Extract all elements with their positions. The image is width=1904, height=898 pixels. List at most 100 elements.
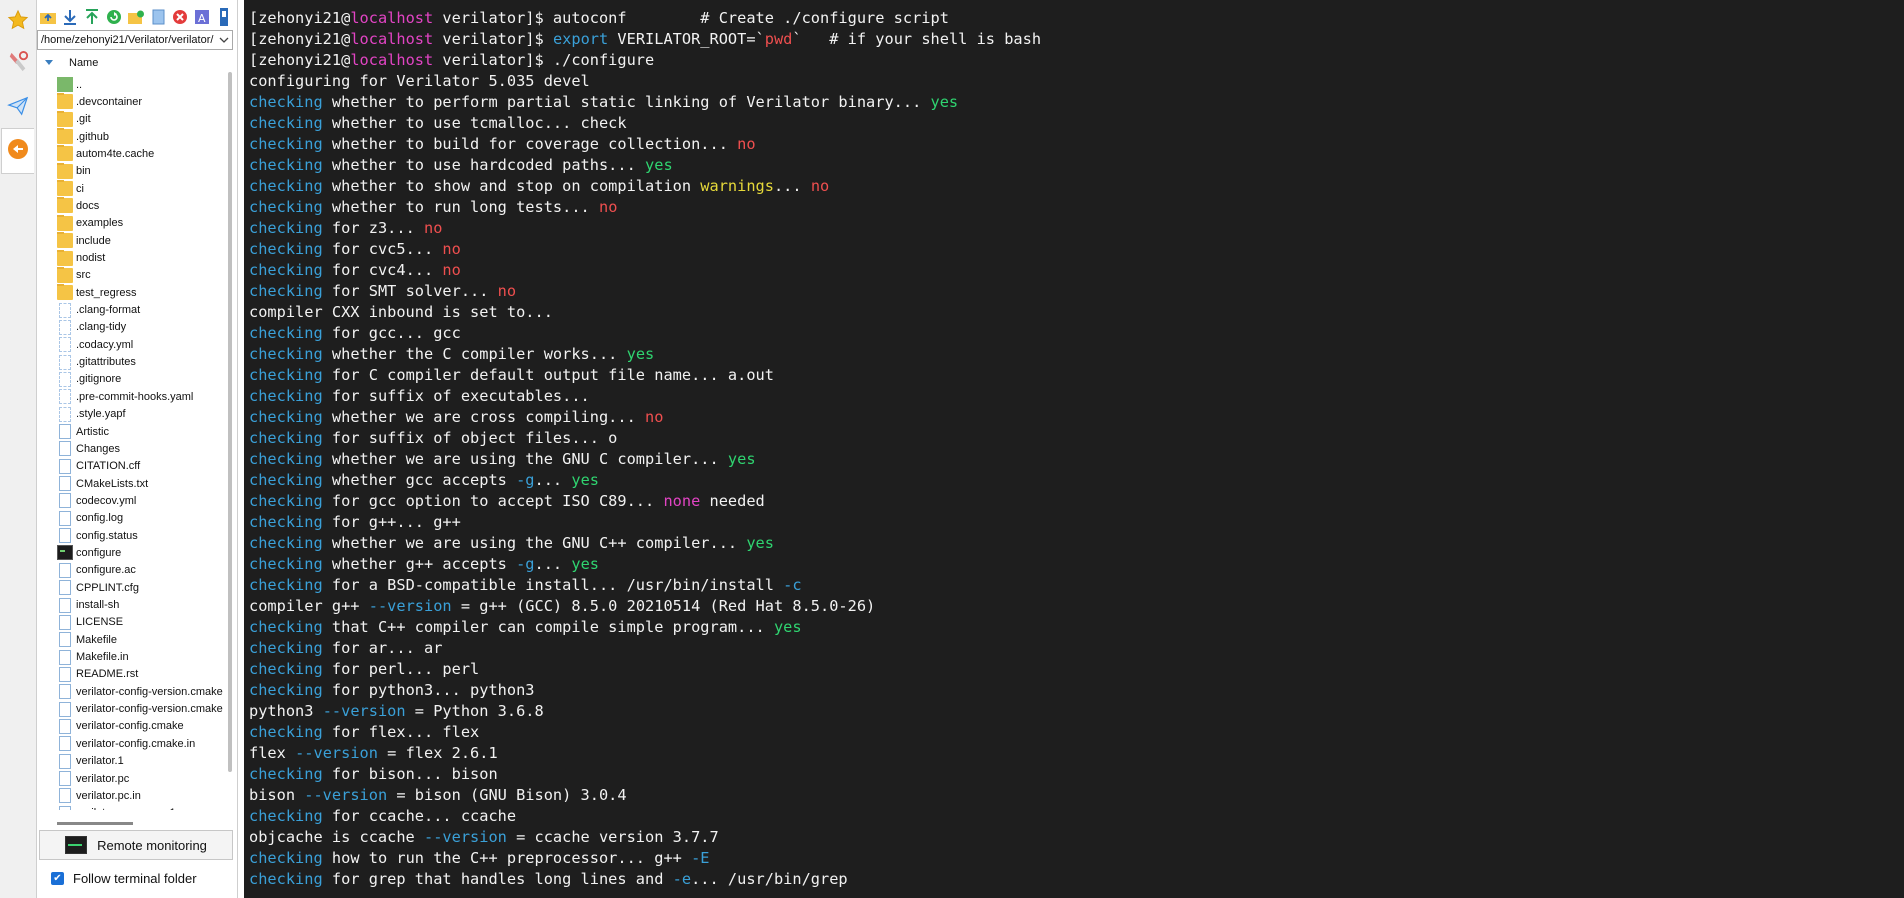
follow-terminal-folder[interactable]: ✔ Follow terminal folder: [51, 868, 197, 888]
terminal-segment: for python3... python3: [322, 681, 535, 699]
parent-folder-icon: [57, 77, 73, 92]
file-list-item[interactable]: CITATION.cff: [57, 458, 223, 475]
new-folder-icon[interactable]: [127, 8, 145, 26]
file-list-item[interactable]: docs: [57, 197, 223, 214]
file-list-item[interactable]: LICENSE: [57, 614, 223, 631]
file-icon: [59, 476, 71, 492]
file-icon: [59, 788, 71, 804]
file-list-item[interactable]: .pre-commit-hooks.yaml: [57, 388, 223, 405]
svg-text:A: A: [198, 12, 206, 25]
file-list-item[interactable]: bin: [57, 162, 223, 180]
favorites-tab[interactable]: [2, 2, 34, 42]
file-list-item[interactable]: src: [57, 266, 223, 284]
terminal-segment: bison: [249, 786, 305, 804]
folder-icon: [57, 249, 73, 266]
file-list-item[interactable]: nodist: [57, 249, 223, 267]
follow-terminal-checkbox[interactable]: ✔: [51, 871, 64, 885]
view-icon[interactable]: [215, 8, 233, 26]
tools-tab[interactable]: [2, 44, 34, 84]
file-list-item[interactable]: .clang-format: [57, 302, 223, 319]
terminal-segment: whether we are cross compiling...: [322, 408, 646, 426]
file-list-item[interactable]: .gitignore: [57, 371, 223, 388]
remote-monitoring-button[interactable]: Remote monitoring: [39, 830, 233, 860]
terminal-line: checking for python3... python3: [249, 680, 1041, 701]
file-list-item[interactable]: README.rst: [57, 666, 223, 683]
file-list-item[interactable]: .github: [57, 128, 223, 145]
path-input[interactable]: /home/zehonyi21/Verilator/verilator/: [37, 30, 233, 50]
folder-up-icon[interactable]: [39, 8, 57, 26]
scrollbar-thumb[interactable]: [228, 72, 232, 772]
file-list-item[interactable]: configure.ac: [57, 562, 223, 579]
terminal-segment: verilator]$ ./configure: [433, 51, 655, 69]
file-list-item[interactable]: .codacy.yml: [57, 336, 223, 353]
file-list-item[interactable]: .clang-tidy: [57, 319, 223, 336]
terminal-segment: for SMT solver...: [322, 282, 498, 300]
file-list-item[interactable]: config.status: [57, 527, 223, 544]
file-name: config.status: [76, 529, 138, 542]
file-icon: [59, 649, 71, 665]
file-name: codecov.yml: [76, 494, 137, 507]
file-list-item[interactable]: CMakeLists.txt: [57, 475, 223, 492]
chevron-down-icon[interactable]: [218, 34, 230, 46]
file-list-item[interactable]: verilator-config.cmake: [57, 718, 223, 735]
file-list-item[interactable]: install-sh: [57, 597, 223, 614]
file-list-item[interactable]: .devcontainer: [57, 93, 223, 110]
terminal-segment: ...: [534, 555, 572, 573]
horizontal-scrollbar[interactable]: [57, 822, 133, 825]
terminal-segment: checking: [249, 177, 323, 195]
file-list-item[interactable]: verilator_coverage.1: [57, 805, 223, 810]
file-list-item[interactable]: ci: [57, 180, 223, 197]
terminal-line: [zehonyi21@localhost verilator]$ export …: [249, 29, 1041, 50]
file-list-item[interactable]: Artistic: [57, 423, 223, 440]
sftp-tab[interactable]: [1, 128, 34, 174]
file-list-item[interactable]: Makefile: [57, 631, 223, 648]
file-icon: [59, 441, 71, 457]
new-file-icon[interactable]: [149, 8, 167, 26]
download-icon[interactable]: [61, 8, 79, 26]
terminal-line: checking whether the C compiler works...…: [249, 344, 1041, 365]
file-list-item[interactable]: include: [57, 232, 223, 249]
file-list-item[interactable]: config.log: [57, 510, 223, 527]
upload-icon[interactable]: [83, 8, 101, 26]
terminal-segment: localhost: [350, 51, 434, 69]
refresh-icon[interactable]: [105, 8, 123, 26]
terminal-line: checking that C++ compiler can compile s…: [249, 617, 1041, 638]
folder-icon: [57, 93, 73, 110]
file-icon: [59, 424, 71, 439]
delete-icon[interactable]: [171, 8, 189, 26]
terminal-segment: for C compiler default output file name.…: [322, 366, 774, 384]
file-list-item[interactable]: examples: [57, 214, 223, 232]
terminal-segment: checking: [249, 429, 323, 447]
file-list-item[interactable]: Makefile.in: [57, 649, 223, 666]
file-list-item[interactable]: .git: [57, 110, 223, 128]
file-list-item[interactable]: codecov.yml: [57, 492, 223, 509]
file-list-item[interactable]: verilator-config.cmake.in: [57, 735, 223, 752]
file-icon: [59, 597, 71, 613]
file-list-item[interactable]: test_regress: [57, 284, 223, 301]
terminal-segment: no: [810, 177, 830, 195]
file-list-item[interactable]: verilator-config-version.cmake.in: [57, 701, 223, 718]
file-list-scrollbar[interactable]: [226, 72, 234, 772]
terminal-segment: -E: [691, 849, 710, 867]
file-list-item[interactable]: autom4te.cache: [57, 145, 223, 162]
terminal-view[interactable]: [zehonyi21@localhost verilator]$ autocon…: [244, 0, 1904, 898]
file-list-item[interactable]: ..: [57, 76, 223, 93]
file-list-item[interactable]: verilator.pc: [57, 770, 223, 787]
send-tab[interactable]: [2, 88, 34, 128]
terminal-segment: that C++ compiler can compile simple pro…: [322, 618, 774, 636]
file-list-item[interactable]: verilator.pc.in: [57, 787, 223, 804]
file-list-item[interactable]: verilator.1: [57, 753, 223, 770]
file-list-item[interactable]: Changes: [57, 440, 223, 457]
name-column-header[interactable]: Name: [37, 54, 217, 72]
file-list-item[interactable]: CPPLINT.cfg: [57, 579, 223, 596]
terminal-segment: checking: [249, 324, 323, 342]
terminal-segment: checking: [249, 471, 323, 489]
file-list-item[interactable]: .gitattributes: [57, 354, 223, 371]
file-list-item[interactable]: verilator-config-version.cmake: [57, 683, 223, 700]
terminal-segment: = bison (GNU Bison) 3.0.4: [387, 786, 627, 804]
terminal-line: checking whether to run long tests... no: [249, 197, 1041, 218]
file-list: .. .devcontainer .git .github autom4te.cache…: [37, 76, 223, 810]
rename-icon[interactable]: A: [193, 8, 211, 26]
file-list-item[interactable]: .style.yapf: [57, 406, 223, 423]
file-list-item[interactable]: configure: [57, 544, 223, 561]
